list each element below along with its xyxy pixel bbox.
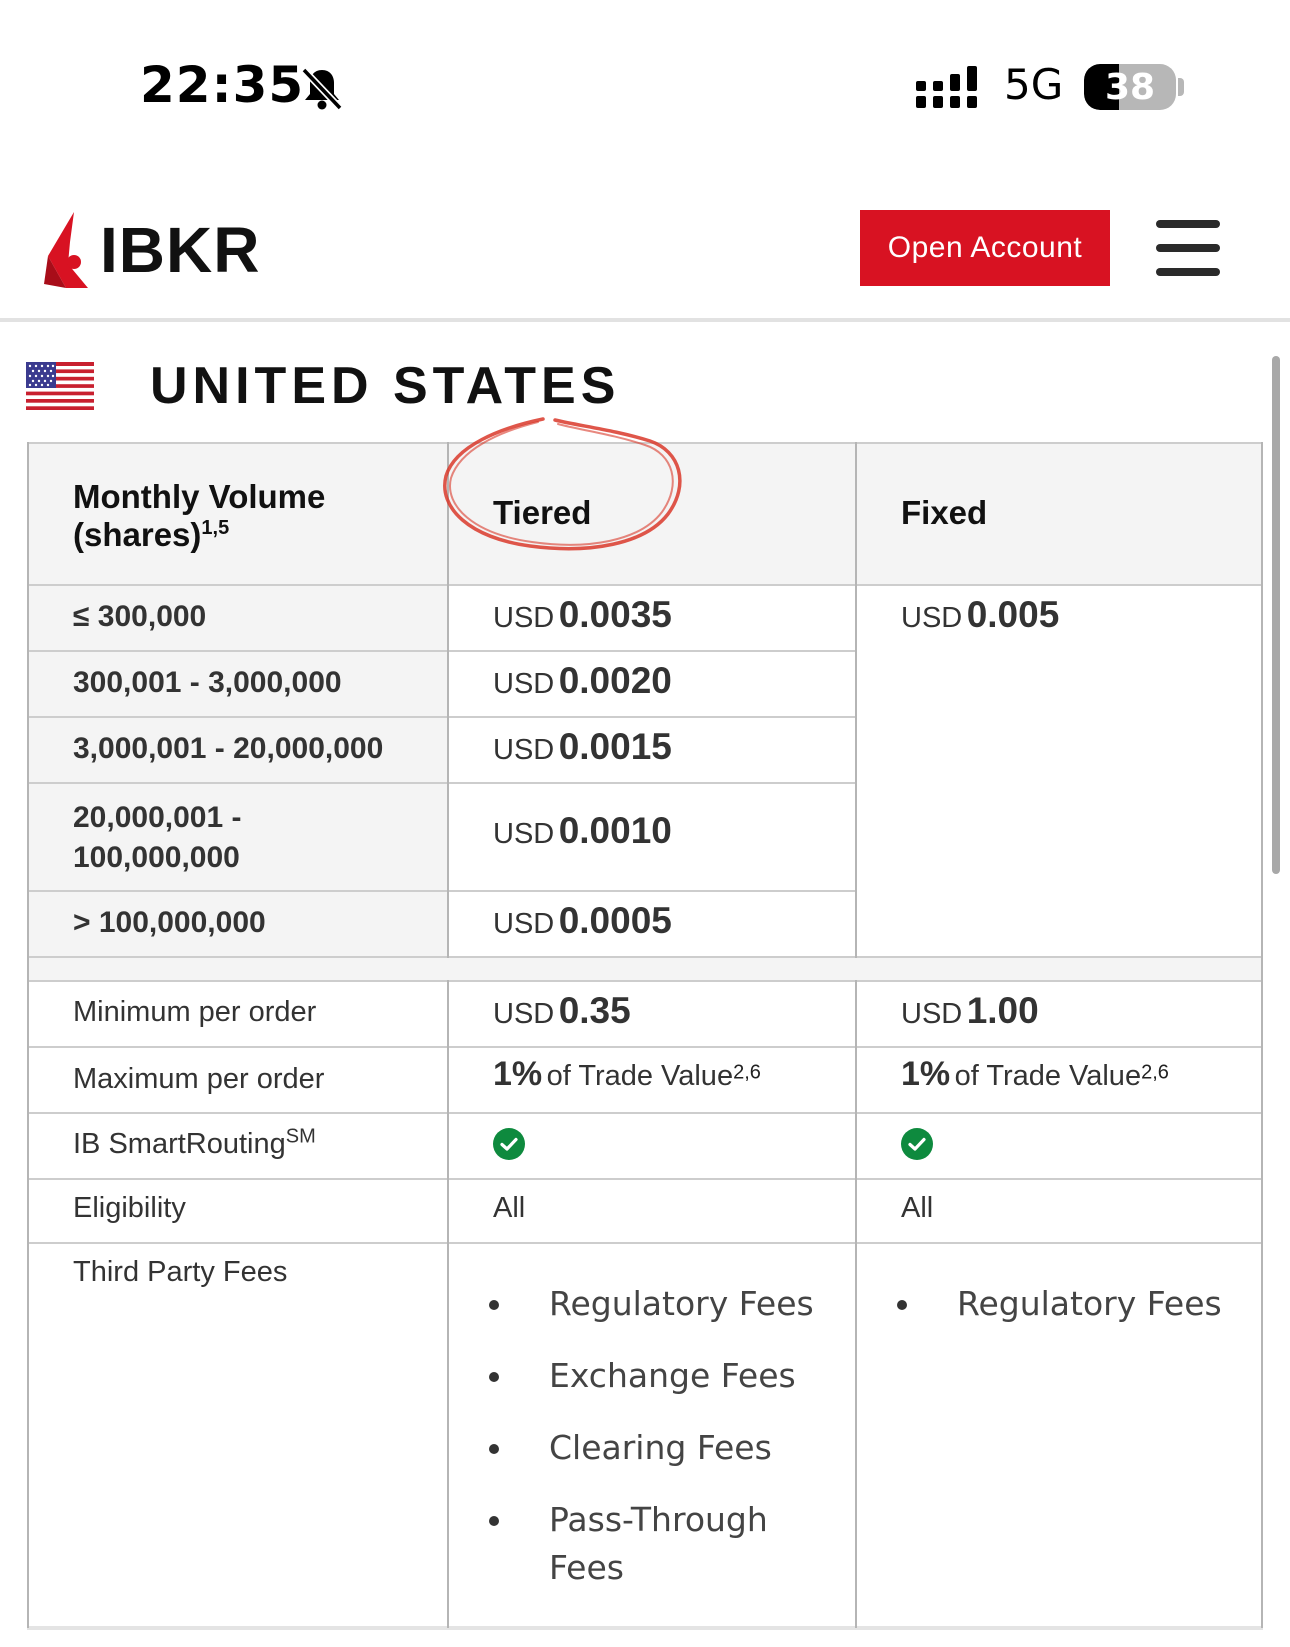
check-circle-icon	[901, 1128, 933, 1160]
currency-label: USD	[901, 602, 963, 634]
eligibility-fixed: All	[901, 1192, 934, 1224]
maximum-tiered: 1% of Trade Value2,6	[493, 1055, 761, 1094]
fee-text: Exchange Fees	[549, 1356, 796, 1395]
smartrouting-text: IB SmartRouting	[73, 1128, 286, 1160]
tier-rate: USD 0.0035	[493, 594, 672, 636]
eligibility-tiered: All	[493, 1192, 526, 1224]
fixed-column-header: Fixed	[901, 494, 988, 531]
list-item: Regulatory Fees	[489, 1280, 819, 1328]
bullet-icon	[489, 1516, 499, 1526]
us-flag-icon	[26, 362, 94, 410]
country-title: UNITED STATES	[150, 357, 621, 415]
status-bar: 22:35 5G 38	[0, 0, 1290, 180]
third-party-label: Third Party Fees	[73, 1256, 288, 1288]
tier-rate: USD 0.0015	[493, 726, 672, 768]
site-header: IBKR Open Account	[0, 180, 1290, 322]
tier-volume: ≤ 300,000	[73, 600, 207, 633]
rate-value: 0.005	[966, 594, 1060, 635]
rate-value: 0.0035	[558, 594, 672, 635]
battery-nub	[1178, 78, 1184, 96]
country-flag	[26, 356, 94, 416]
tier-volume: > 100,000,000	[73, 906, 266, 939]
network-type: 5G	[1004, 60, 1064, 109]
open-account-button[interactable]: Open Account	[860, 210, 1110, 286]
logo-text: IBKR	[100, 214, 261, 286]
smartrouting-label: IB SmartRoutingSM	[73, 1125, 316, 1161]
tier-volume: 3,000,001 - 20,000,000	[73, 732, 384, 765]
currency-label: USD	[493, 602, 555, 634]
currency-label: USD	[493, 668, 555, 700]
min-value: 0.35	[558, 990, 631, 1031]
max-sup: 2,6	[733, 1061, 761, 1084]
list-item: Exchange Fees	[489, 1352, 819, 1400]
ibkr-logo-icon	[44, 212, 88, 288]
volume-column-header: Monthly Volume (shares)1,5	[73, 478, 433, 554]
currency-label: USD	[493, 908, 555, 940]
bullet-icon	[489, 1300, 499, 1310]
fee-text: Pass-Through Fees	[549, 1500, 768, 1587]
volume-header-sup: 1,5	[201, 517, 230, 539]
tier-rate: USD 0.0010	[493, 810, 672, 852]
list-item: Pass-Through Fees	[489, 1496, 819, 1592]
max-text: of Trade Value	[546, 1060, 734, 1092]
tier-volume: 300,001 - 3,000,000	[73, 666, 342, 699]
list-item: Clearing Fees	[489, 1424, 819, 1472]
battery-icon: 38	[1084, 64, 1176, 110]
maximum-label: Maximum per order	[73, 1063, 325, 1095]
maximum-fixed: 1% of Trade Value2,6	[901, 1055, 1169, 1094]
minimum-fixed: USD 1.00	[901, 990, 1039, 1032]
ibkr-logo[interactable]: IBKR	[44, 210, 260, 290]
check-circle-icon	[493, 1128, 525, 1160]
bell-slash-icon	[301, 67, 343, 111]
eligibility-label: Eligibility	[73, 1192, 186, 1224]
fee-text: Regulatory Fees	[549, 1284, 814, 1323]
rate-value: 0.0010	[558, 810, 672, 851]
max-pct: 1%	[493, 1055, 543, 1093]
volume-column-bg	[27, 584, 447, 958]
page-scrollbar[interactable]	[1272, 356, 1280, 874]
fee-text: Clearing Fees	[549, 1428, 772, 1467]
tiered-column-header: Tiered	[493, 494, 592, 531]
max-sup: 2,6	[1141, 1061, 1169, 1084]
tier-rate: USD 0.0020	[493, 660, 672, 702]
currency-label: USD	[493, 818, 555, 850]
tier-rate: USD 0.0005	[493, 900, 672, 942]
bullet-icon	[897, 1300, 907, 1310]
rate-value: 0.0005	[558, 900, 672, 941]
status-time: 22:35	[140, 56, 305, 114]
minimum-label: Minimum per order	[73, 996, 317, 1028]
rate-value: 0.0015	[558, 726, 672, 767]
currency-label: USD	[493, 998, 555, 1030]
fixed-rate: USD 0.005	[901, 594, 1059, 636]
min-value: 1.00	[966, 990, 1039, 1031]
minimum-tiered: USD 0.35	[493, 990, 631, 1032]
currency-label: USD	[493, 734, 555, 766]
max-text: of Trade Value	[954, 1060, 1142, 1092]
signal-bars-icon	[916, 66, 977, 108]
tiered-fees-list: Regulatory Fees Exchange Fees Clearing F…	[489, 1280, 819, 1616]
hamburger-menu-icon[interactable]	[1156, 220, 1222, 276]
smartrouting-sup: SM	[285, 1125, 316, 1148]
list-item: Regulatory Fees	[897, 1280, 1227, 1328]
bullet-icon	[489, 1444, 499, 1454]
max-pct: 1%	[901, 1055, 951, 1093]
volume-header-text: Monthly Volume (shares)	[73, 478, 326, 553]
section-divider-bg	[27, 958, 1263, 982]
rate-value: 0.0020	[558, 660, 672, 701]
bullet-icon	[489, 1372, 499, 1382]
fixed-fees-list: Regulatory Fees	[897, 1280, 1227, 1352]
currency-label: USD	[901, 998, 963, 1030]
fee-text: Regulatory Fees	[957, 1284, 1222, 1323]
tier-volume: 20,000,001 - 100,000,000	[73, 801, 242, 874]
battery-level: 38	[1104, 67, 1156, 108]
